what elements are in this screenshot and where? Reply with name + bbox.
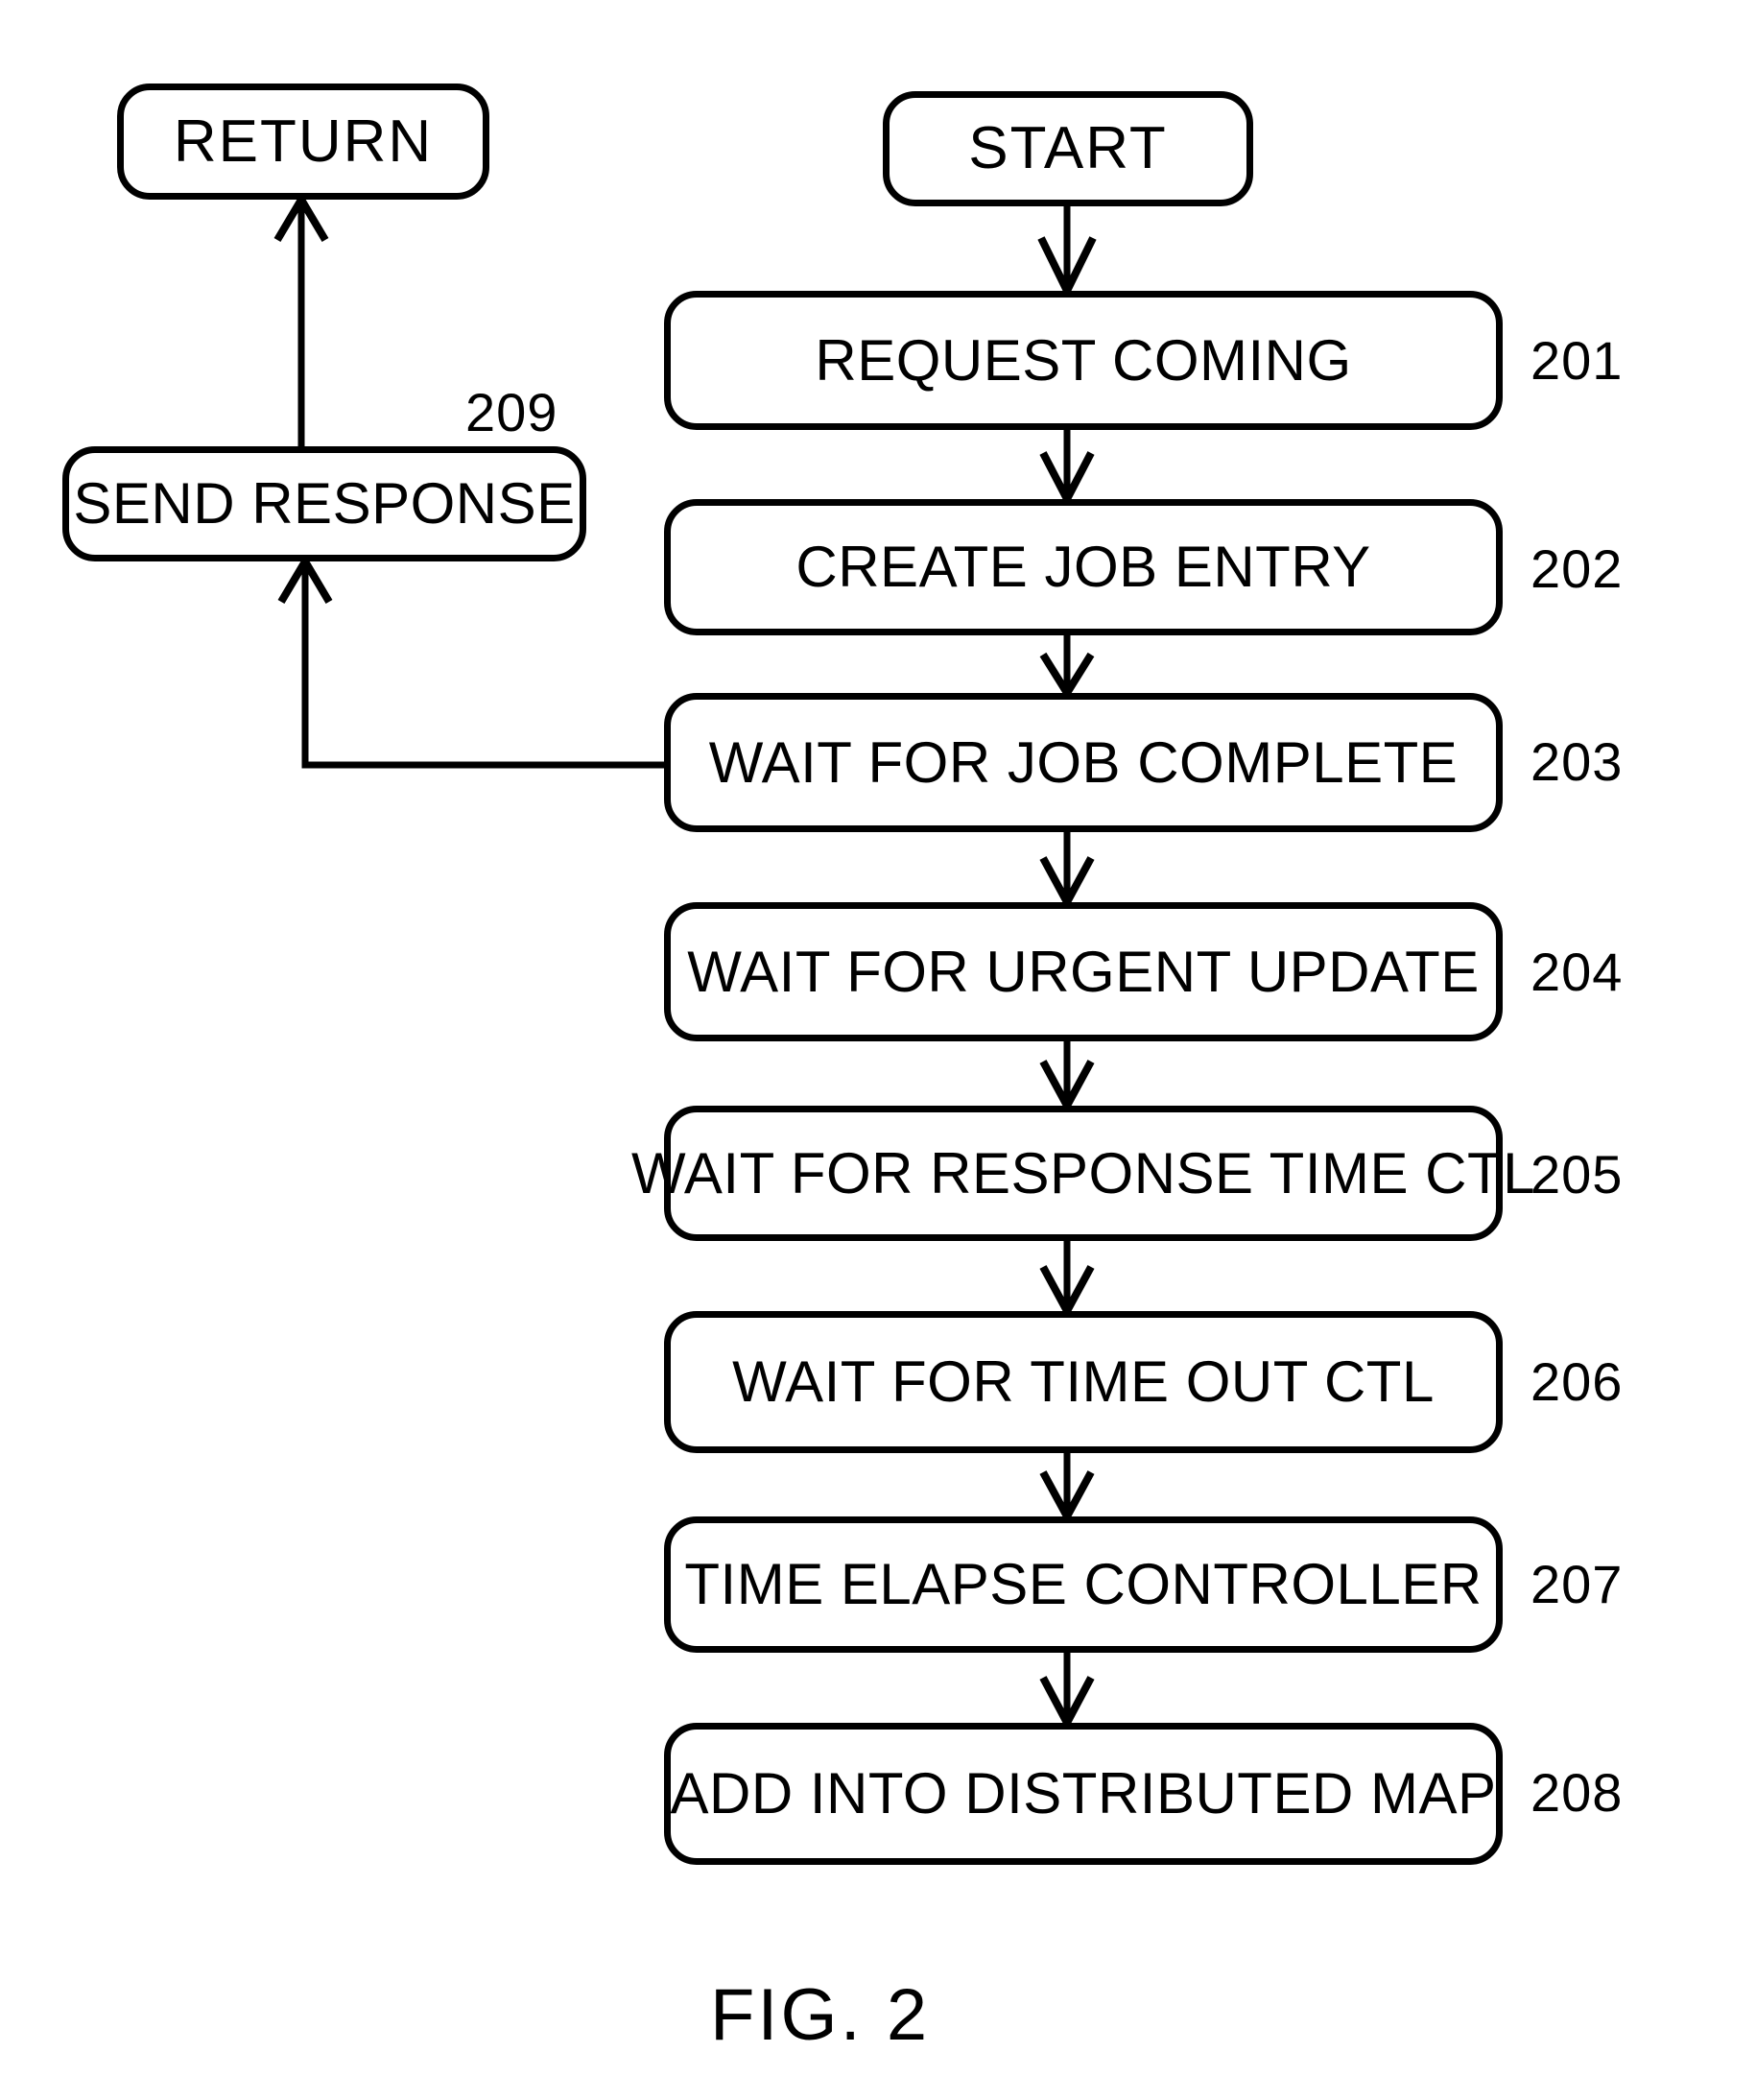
reference-numeral-203: 203	[1531, 731, 1624, 792]
node-request-coming[interactable]: REQUEST COMING	[664, 291, 1503, 430]
reference-numeral-202: 202	[1531, 538, 1624, 599]
node-wait-for-urgent-update-label: WAIT FOR URGENT UPDATE	[687, 939, 1480, 1004]
node-create-job-entry[interactable]: CREATE JOB ENTRY	[664, 499, 1503, 635]
figure-canvas: RETURN START SEND RESPONSE REQUEST COMIN…	[0, 0, 1756, 2100]
node-wait-for-job-complete-label: WAIT FOR JOB COMPLETE	[708, 729, 1459, 795]
node-wait-for-time-out-ctl-label: WAIT FOR TIME OUT CTL	[732, 1349, 1435, 1414]
connector-203-to-204	[1039, 832, 1095, 911]
connector-201-to-202	[1039, 430, 1095, 508]
node-start[interactable]: START	[883, 91, 1253, 206]
node-wait-for-urgent-update[interactable]: WAIT FOR URGENT UPDATE	[664, 902, 1503, 1041]
reference-numeral-207: 207	[1531, 1554, 1624, 1614]
node-wait-for-job-complete[interactable]: WAIT FOR JOB COMPLETE	[664, 693, 1503, 832]
node-return-label: RETURN	[173, 107, 434, 175]
node-time-elapse-controller[interactable]: TIME ELAPSE CONTROLLER	[664, 1516, 1503, 1653]
reference-numeral-201: 201	[1531, 330, 1624, 391]
node-send-response[interactable]: SEND RESPONSE	[62, 446, 586, 561]
reference-numeral-205: 205	[1531, 1144, 1624, 1205]
figure-caption: FIG. 2	[710, 1974, 931, 2056]
node-create-job-entry-label: CREATE JOB ENTRY	[795, 535, 1371, 599]
node-add-into-distributed-map-label: ADD INTO DISTRIBUTED MAP	[670, 1761, 1497, 1826]
reference-numeral-204: 204	[1531, 942, 1624, 1002]
node-wait-for-response-time-ctl[interactable]: WAIT FOR RESPONSE TIME CTL	[631, 1106, 1535, 1241]
connector-send-response-to-return	[273, 192, 329, 446]
node-send-response-label: SEND RESPONSE	[73, 471, 576, 536]
node-request-coming-label: REQUEST COMING	[815, 327, 1352, 393]
node-return[interactable]: RETURN	[117, 84, 489, 200]
connector-207-to-208	[1039, 1653, 1095, 1731]
reference-numeral-209: 209	[465, 382, 558, 442]
connector-206-to-207	[1039, 1453, 1095, 1525]
node-time-elapse-controller-label: TIME ELAPSE CONTROLLER	[684, 1552, 1483, 1616]
node-wait-for-response-time-ctl-label: WAIT FOR RESPONSE TIME CTL	[631, 1140, 1536, 1205]
connector-205-to-206	[1039, 1241, 1095, 1320]
connector-204-to-205	[1039, 1041, 1095, 1114]
connector-203-to-send-response	[277, 554, 664, 769]
node-wait-for-time-out-ctl[interactable]: WAIT FOR TIME OUT CTL	[664, 1311, 1503, 1453]
reference-numeral-206: 206	[1531, 1351, 1624, 1412]
connector-start-to-201	[1037, 206, 1097, 300]
node-start-label: START	[968, 115, 1168, 181]
connector-202-to-203	[1039, 635, 1095, 701]
reference-numeral-208: 208	[1531, 1762, 1624, 1823]
node-add-into-distributed-map[interactable]: ADD INTO DISTRIBUTED MAP	[664, 1723, 1503, 1865]
